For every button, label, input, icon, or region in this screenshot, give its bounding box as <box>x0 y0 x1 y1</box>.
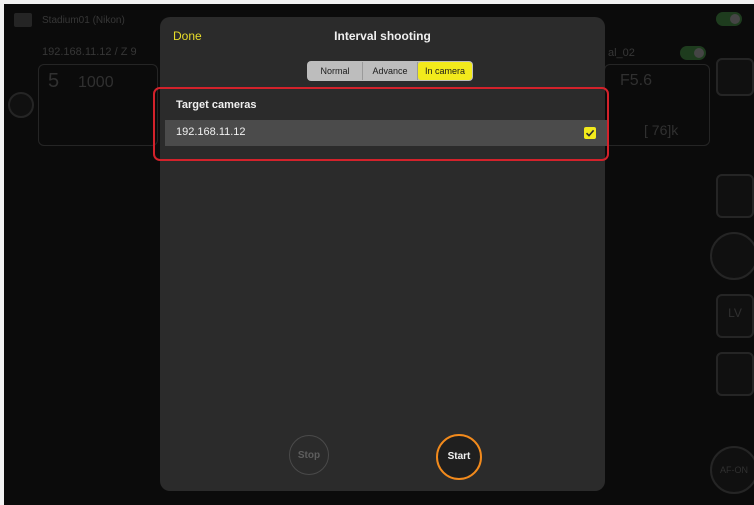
checkbox-checked-icon[interactable] <box>584 127 596 139</box>
start-button[interactable]: Start <box>436 434 482 480</box>
mode-segmented-control: Normal Advance In camera <box>307 61 473 81</box>
stop-button[interactable]: Stop <box>289 435 329 475</box>
tab-advance[interactable]: Advance <box>363 62 418 80</box>
camera-ip: 192.168.11.12 <box>176 126 246 138</box>
camera-row[interactable]: 192.168.11.12 <box>165 120 607 146</box>
tab-normal[interactable]: Normal <box>308 62 363 80</box>
tab-in-camera[interactable]: In camera <box>418 62 472 80</box>
interval-shooting-dialog: Done Interval shooting Normal Advance In… <box>153 17 609 491</box>
dialog-title: Interval shooting <box>334 29 431 43</box>
target-cameras-label: Target cameras <box>176 99 257 111</box>
app-frame: Stadium01 (Nikon) 192.168.11.12 / Z 9 5 … <box>4 4 754 505</box>
